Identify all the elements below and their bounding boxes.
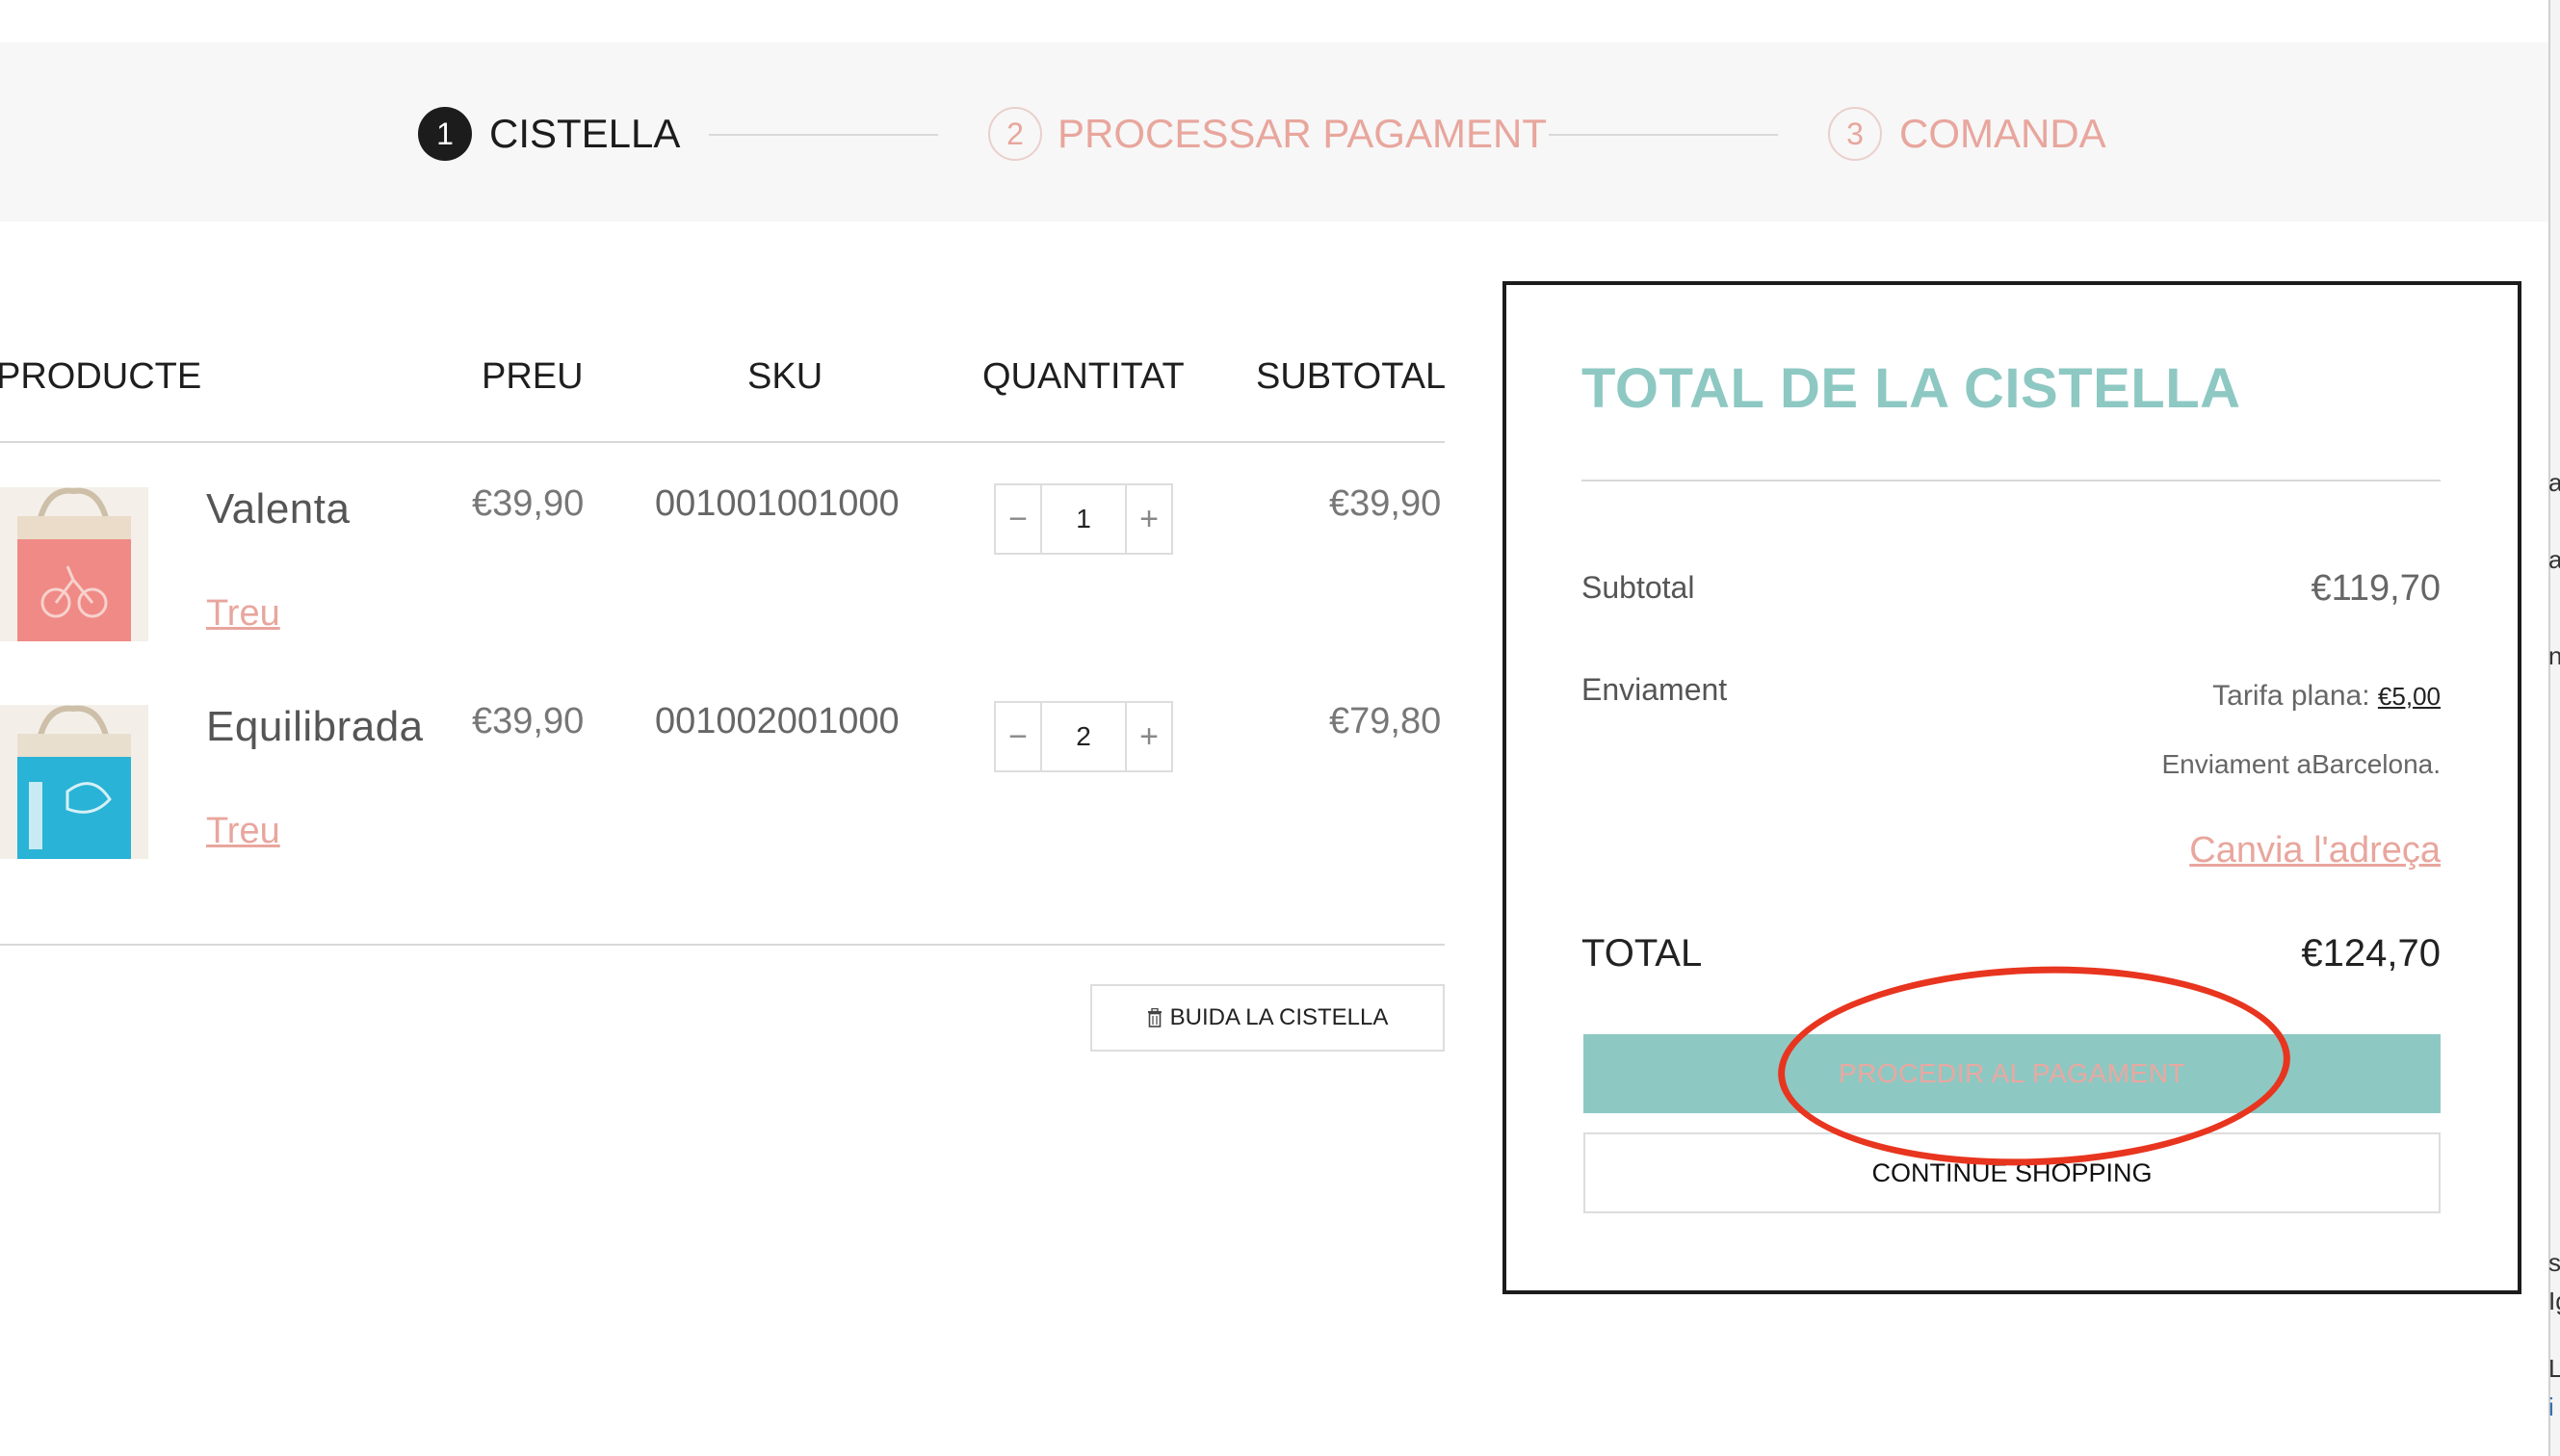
quantity-stepper: − + bbox=[994, 483, 1173, 555]
product-thumbnail-valenta[interactable] bbox=[0, 487, 148, 641]
item-price: €39,90 bbox=[472, 483, 585, 524]
column-header-subtotal: SUBTOTAL bbox=[1256, 356, 1447, 397]
trash-icon bbox=[1147, 1008, 1162, 1027]
shipping-method-price: €5,00 bbox=[2377, 682, 2441, 711]
shipping-label: Enviament bbox=[1581, 672, 1728, 707]
subtotal-value: €119,70 bbox=[2311, 568, 2441, 609]
subtotal-label: Subtotal bbox=[1581, 570, 1695, 605]
step-2-label: PROCESSAR PAGAMENT bbox=[1058, 111, 1547, 156]
edge-text-fragment: Ig bbox=[2548, 1287, 2560, 1315]
step-1-label: CISTELLA bbox=[489, 111, 681, 156]
column-header-price: PREU bbox=[482, 356, 584, 397]
column-header-product: PRODUCTE bbox=[0, 356, 202, 397]
total-label: TOTAL bbox=[1581, 932, 1703, 975]
item-subtotal: €39,90 bbox=[1329, 483, 1442, 524]
step-connector-2 bbox=[1549, 134, 1778, 136]
step-1-number: 1 bbox=[436, 116, 454, 151]
continue-shopping-button[interactable]: CONTINUE SHOPPING bbox=[1583, 1132, 2441, 1213]
quantity-input[interactable] bbox=[1042, 703, 1125, 770]
page-scrollbar[interactable] bbox=[2548, 0, 2560, 1456]
table-footer-divider bbox=[0, 944, 1445, 946]
total-value: €124,70 bbox=[2301, 932, 2441, 975]
empty-cart-button[interactable]: BUIDA LA CISTELLA bbox=[1090, 984, 1445, 1052]
edge-link-fragment[interactable]: i bbox=[2548, 1392, 2554, 1422]
product-name[interactable]: Valenta bbox=[206, 485, 350, 533]
edge-text-fragment: a bbox=[2548, 545, 2560, 574]
totals-title-divider bbox=[1581, 480, 2441, 481]
step-2-circle: 2 bbox=[988, 107, 1042, 161]
step-1-circle: 1 bbox=[418, 107, 472, 161]
step-3-label: COMANDA bbox=[1899, 111, 2106, 156]
edge-text-fragment: s bbox=[2548, 1248, 2560, 1277]
tote-bag-image bbox=[0, 487, 148, 641]
remove-item-link[interactable]: Treu bbox=[206, 811, 280, 852]
item-price: €39,90 bbox=[472, 701, 585, 741]
column-header-sku: SKU bbox=[747, 356, 823, 397]
tote-bag-image bbox=[0, 705, 148, 859]
column-header-quantity: QUANTITAT bbox=[982, 356, 1185, 397]
step-3-circle: 3 bbox=[1828, 107, 1882, 161]
quantity-stepper: − + bbox=[994, 701, 1173, 772]
product-thumbnail-equilibrada[interactable] bbox=[0, 705, 148, 859]
proceed-to-checkout-button[interactable]: PROCEDIR AL PAGAMENT bbox=[1583, 1034, 2441, 1113]
item-sku: 001002001000 bbox=[655, 701, 900, 741]
item-sku: 001001001000 bbox=[655, 483, 900, 524]
increase-quantity-button[interactable]: + bbox=[1125, 703, 1171, 770]
increase-quantity-button[interactable]: + bbox=[1125, 485, 1171, 553]
decrease-quantity-button[interactable]: − bbox=[996, 703, 1042, 770]
empty-cart-label: BUIDA LA CISTELLA bbox=[1169, 1004, 1389, 1030]
table-header-divider bbox=[0, 441, 1445, 443]
quantity-input[interactable] bbox=[1042, 485, 1125, 553]
shipping-method-label: Tarifa plana: bbox=[2212, 680, 2370, 712]
edge-text-fragment: a bbox=[2548, 468, 2560, 497]
step-3-number: 3 bbox=[1846, 116, 1864, 151]
step-connector-1 bbox=[709, 134, 938, 136]
change-address-link[interactable]: Canvia l'adreça bbox=[1863, 830, 2441, 871]
edge-text-fragment: n bbox=[2548, 641, 2560, 670]
step-2-number: 2 bbox=[1006, 116, 1024, 151]
remove-item-link[interactable]: Treu bbox=[206, 593, 280, 635]
product-name[interactable]: Equilibrada bbox=[206, 703, 424, 751]
shipping-destination: Enviament aBarcelona. bbox=[2161, 749, 2441, 779]
shipping-method: Tarifa plana: €5,00 bbox=[1863, 680, 2441, 713]
item-subtotal: €79,80 bbox=[1329, 701, 1442, 741]
edge-text-fragment: L bbox=[2548, 1354, 2560, 1383]
cart-totals-title: TOTAL DE LA CISTELLA bbox=[1581, 357, 2241, 420]
decrease-quantity-button[interactable]: − bbox=[996, 485, 1042, 553]
